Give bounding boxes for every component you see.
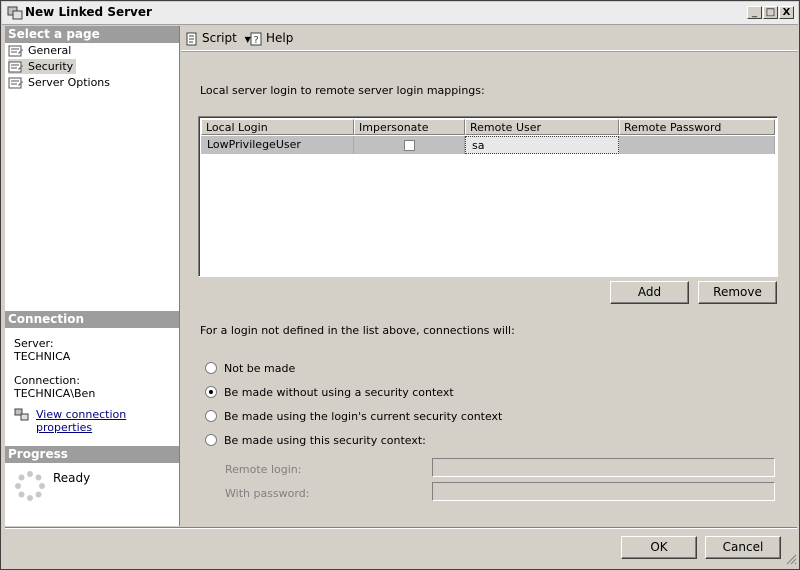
cancel-button[interactable]: Cancel (705, 536, 781, 559)
undefined-login-label: For a login not defined in the list abov… (200, 324, 515, 337)
ok-button-label: OK (650, 540, 668, 554)
remote-login-field[interactable] (432, 458, 775, 477)
linked-server-icon (7, 6, 23, 20)
svg-text:?: ? (254, 35, 259, 46)
mappings-label: Local server login to remote server logi… (200, 84, 485, 97)
page-item-general[interactable]: General (8, 43, 74, 58)
toolbar: Script ▼ ? Help (181, 26, 798, 51)
page-item-security[interactable]: Security (8, 59, 77, 74)
option-this-security-context-label[interactable]: Be made using this security context: (224, 434, 426, 447)
connection-properties-icon (14, 408, 29, 421)
connection-header: Connection (5, 311, 179, 328)
page-item-label: Security (28, 60, 74, 73)
remove-button[interactable]: Remove (698, 281, 777, 304)
view-connection-properties-link[interactable]: View connection properties (36, 408, 179, 434)
with-password-field[interactable] (432, 482, 775, 501)
title-bar: New Linked Server _ □ X (2, 2, 798, 25)
page-item-label: General (28, 44, 72, 57)
server-value: TECHNICA (14, 350, 71, 363)
minimize-button[interactable]: _ (747, 6, 762, 19)
help-label: Help (266, 31, 294, 45)
help-icon: ? (250, 32, 262, 46)
column-header-impersonate[interactable]: Impersonate (354, 119, 465, 135)
script-icon (186, 32, 197, 45)
radio-current-security-context[interactable] (205, 410, 217, 422)
script-button[interactable]: Script ▼ (185, 30, 251, 46)
cell-remote-password[interactable] (619, 136, 775, 154)
left-pane: Select a page General Security Server Op… (5, 26, 180, 526)
maximize-button[interactable]: □ (763, 6, 778, 19)
cell-remote-user[interactable]: sa (465, 136, 619, 154)
add-button[interactable]: Add (610, 281, 689, 304)
select-page-header: Select a page (5, 26, 179, 43)
remote-login-label: Remote login: (225, 463, 302, 476)
progress-header: Progress (5, 446, 179, 463)
cancel-button-label: Cancel (722, 540, 764, 554)
connection-value: TECHNICA\Ben (14, 387, 96, 400)
option-without-security-context-label[interactable]: Be made without using a security context (224, 386, 454, 399)
grid-header: Local Login Impersonate Remote User Remo… (201, 119, 775, 135)
properties-page-icon (8, 61, 23, 72)
page-item-server-options[interactable]: Server Options (8, 75, 113, 90)
properties-page-icon (8, 77, 23, 88)
column-header-local-login[interactable]: Local Login (201, 119, 354, 135)
page-item-label: Server Options (28, 76, 111, 89)
radio-without-security-context[interactable] (205, 386, 217, 398)
progress-status: Ready (53, 471, 91, 485)
login-mappings-grid[interactable]: Local Login Impersonate Remote User Remo… (198, 116, 778, 277)
option-current-security-context-label[interactable]: Be made using the login's current securi… (224, 410, 502, 423)
server-label: Server: (14, 337, 54, 350)
radio-this-security-context[interactable] (205, 434, 217, 446)
progress-spinner-icon (15, 471, 45, 501)
column-header-remote-user[interactable]: Remote User (465, 119, 619, 135)
dialog-window: New Linked Server _ □ X Select a page Ge… (0, 0, 800, 570)
radio-not-be-made[interactable] (205, 362, 217, 374)
cell-local-login[interactable]: LowPrivilegeUser (201, 136, 354, 154)
remove-button-label: Remove (713, 285, 762, 299)
footer-separator (5, 527, 797, 529)
close-button[interactable]: X (779, 6, 794, 19)
script-label: Script (202, 31, 237, 45)
help-button[interactable]: ? Help (249, 30, 293, 46)
resize-grip-icon[interactable] (785, 553, 797, 565)
column-header-remote-password[interactable]: Remote Password (619, 119, 775, 135)
impersonate-checkbox[interactable] (403, 139, 415, 151)
add-button-label: Add (637, 285, 662, 299)
connection-label: Connection: (14, 374, 80, 387)
properties-page-icon (8, 45, 23, 56)
cell-impersonate[interactable] (354, 136, 465, 154)
with-password-label: With password: (225, 487, 310, 500)
table-row[interactable]: LowPrivilegeUser sa (201, 136, 775, 154)
window-title: New Linked Server (25, 5, 152, 19)
option-not-be-made-label[interactable]: Not be made (224, 362, 295, 375)
ok-button[interactable]: OK (621, 536, 697, 559)
